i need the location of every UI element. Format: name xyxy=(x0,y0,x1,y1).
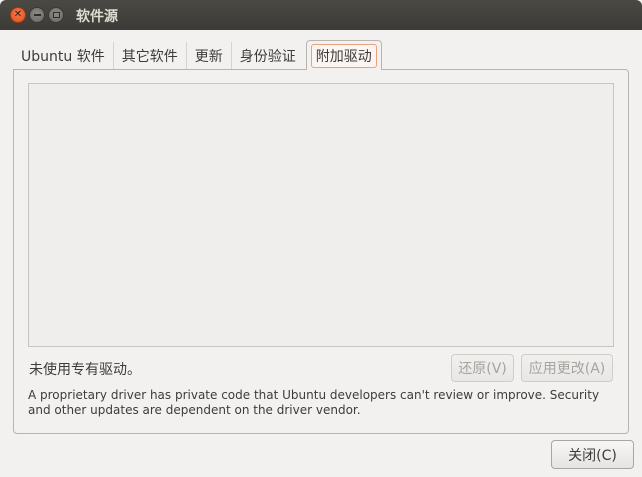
drivers-list[interactable] xyxy=(28,83,614,347)
window-minimize-button[interactable] xyxy=(29,7,45,23)
revert-button[interactable]: 还原(V) xyxy=(451,354,514,382)
tab-other-software[interactable]: 其它软件 xyxy=(114,42,187,70)
tab-label: 更新 xyxy=(194,49,223,65)
tab-ubuntu-software[interactable]: Ubuntu 软件 xyxy=(13,42,114,70)
tab-label: 身份验证 xyxy=(239,49,296,65)
maximize-icon xyxy=(52,12,60,18)
tab-label: 其它软件 xyxy=(121,49,178,65)
apply-changes-button[interactable]: 应用更改(A) xyxy=(521,354,613,382)
tab-updates[interactable]: 更新 xyxy=(187,42,232,70)
drivers-status-text: 未使用专有驱动。 xyxy=(29,362,141,378)
tab-bar: Ubuntu 软件 其它软件 更新 身份验证 附加驱动 xyxy=(13,40,382,70)
window-maximize-button[interactable] xyxy=(48,7,64,23)
close-button[interactable]: 关闭(C) xyxy=(551,440,634,469)
tab-additional-drivers[interactable]: 附加驱动 xyxy=(305,40,382,70)
title-bar: ✕ 软件源 xyxy=(0,0,642,30)
window-close-button[interactable]: ✕ xyxy=(10,7,26,23)
window-title: 软件源 xyxy=(76,9,118,25)
tab-authentication[interactable]: 身份验证 xyxy=(232,42,304,70)
minimize-icon xyxy=(33,14,41,16)
close-icon: ✕ xyxy=(13,9,23,20)
tab-label: 附加驱动 xyxy=(310,43,377,68)
proprietary-driver-description: A proprietary driver has private code th… xyxy=(28,388,600,417)
tab-label: Ubuntu 软件 xyxy=(21,49,105,65)
